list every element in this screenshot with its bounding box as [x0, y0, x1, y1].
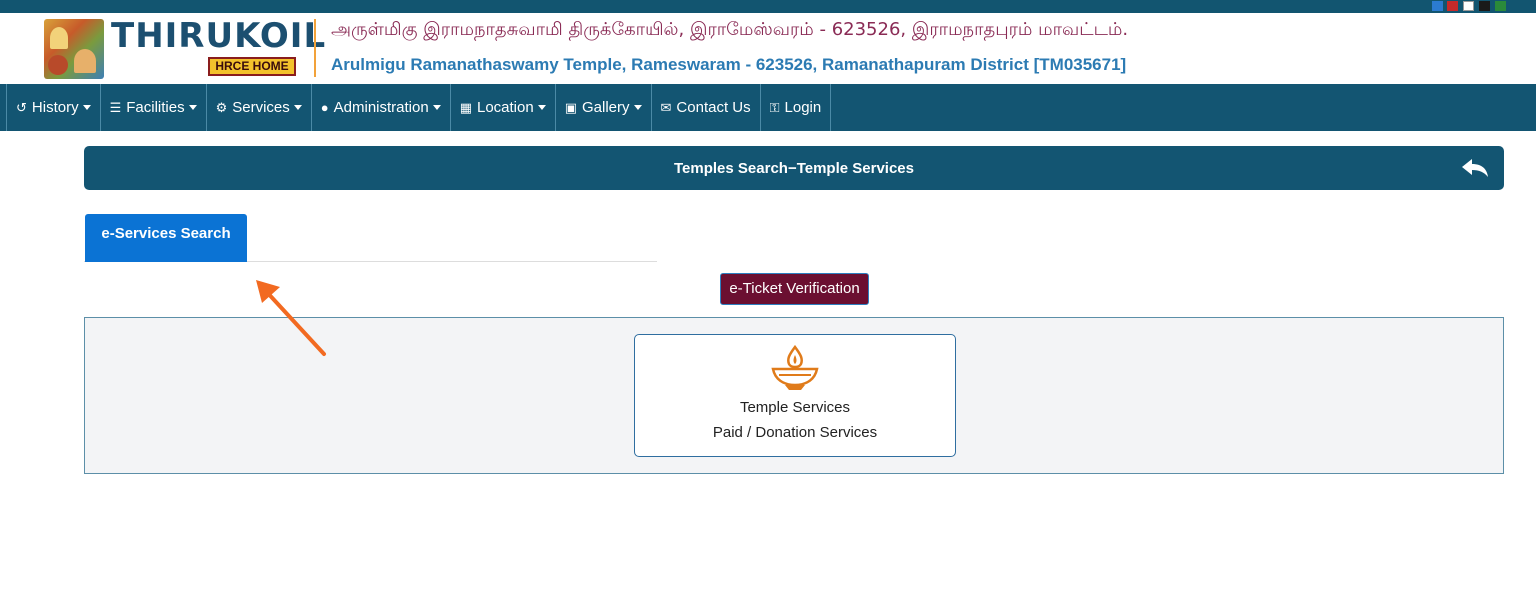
nav-label: Gallery [582, 99, 630, 116]
social-icon[interactable] [1463, 1, 1474, 11]
caret-down-icon [293, 105, 302, 110]
caret-down-icon [537, 105, 546, 110]
deity-logo-image[interactable] [44, 19, 104, 79]
nav-history[interactable]: ↺ History [6, 84, 100, 131]
oil-lamp-icon [771, 345, 819, 390]
caret-down-icon [82, 105, 91, 110]
temple-name-tamil: அருள்மிகு இராமநாதசுவாமி திருக்கோயில், இர… [331, 19, 1129, 40]
page-title-bar: Temples Search−Temple Services [84, 146, 1504, 190]
service-card-title: Temple Services [739, 399, 851, 416]
tab-bar: e-Services Search [84, 214, 657, 262]
social-icon[interactable] [1432, 1, 1443, 11]
main-navbar: ↺ History ☰ Facilities ⚙ Services ● Admi… [0, 84, 1536, 131]
reply-arrow-icon[interactable] [1460, 156, 1490, 180]
nav-label: Administration [333, 99, 429, 116]
nav-label: Location [476, 99, 534, 116]
hrce-home-link[interactable]: HRCE HOME [208, 57, 296, 76]
annotation-arrow-icon [256, 280, 326, 356]
nav-services[interactable]: ⚙ Services [205, 84, 311, 131]
nav-gallery[interactable]: ▣ Gallery [554, 84, 651, 131]
user-icon: ● [320, 100, 329, 115]
nav-contact-us[interactable]: ✉ Contact Us [650, 84, 760, 131]
page-title: Temples Search−Temple Services [674, 160, 914, 177]
temple-services-card[interactable]: Temple Services Paid / Donation Services [634, 334, 956, 457]
gears-icon: ⚙ [215, 99, 228, 115]
social-icon[interactable] [1479, 1, 1490, 11]
site-logo-text[interactable]: THIRUKOIL [111, 18, 326, 54]
map-icon: ▦ [459, 99, 472, 115]
service-card-subtitle: Paid / Donation Services [712, 424, 878, 441]
social-icon[interactable] [1447, 1, 1458, 11]
header-divider [314, 19, 316, 77]
nav-location[interactable]: ▦ Location [449, 84, 555, 131]
history-icon: ↺ [16, 99, 27, 115]
nav-label: Contact Us [676, 99, 751, 116]
nav-administration[interactable]: ● Administration [310, 84, 450, 131]
caret-down-icon [188, 105, 197, 110]
nav-label: Services [232, 99, 290, 116]
image-icon: ▣ [564, 99, 577, 115]
social-icon[interactable] [1495, 1, 1506, 11]
nav-facilities[interactable]: ☰ Facilities [99, 84, 206, 131]
tab-e-services-search[interactable]: e-Services Search [85, 214, 247, 262]
nav-label: Login [784, 99, 822, 116]
e-ticket-verification-button[interactable]: e-Ticket Verification [720, 273, 869, 305]
key-icon: ⚿ [769, 99, 780, 115]
caret-down-icon [633, 105, 642, 110]
top-strip [0, 0, 1536, 13]
envelope-icon: ✉ [660, 99, 672, 115]
caret-down-icon [432, 105, 441, 110]
nav-label: History [31, 99, 79, 116]
nav-label: Facilities [126, 99, 185, 116]
list-icon: ☰ [109, 99, 122, 115]
temple-name-english: Arulmigu Ramanathaswamy Temple, Rameswar… [331, 55, 1127, 74]
site-header: THIRUKOIL HRCE HOME அருள்மிகு இராமநாதசுவ… [0, 13, 1536, 84]
nav-login[interactable]: ⚿ Login [759, 84, 832, 131]
